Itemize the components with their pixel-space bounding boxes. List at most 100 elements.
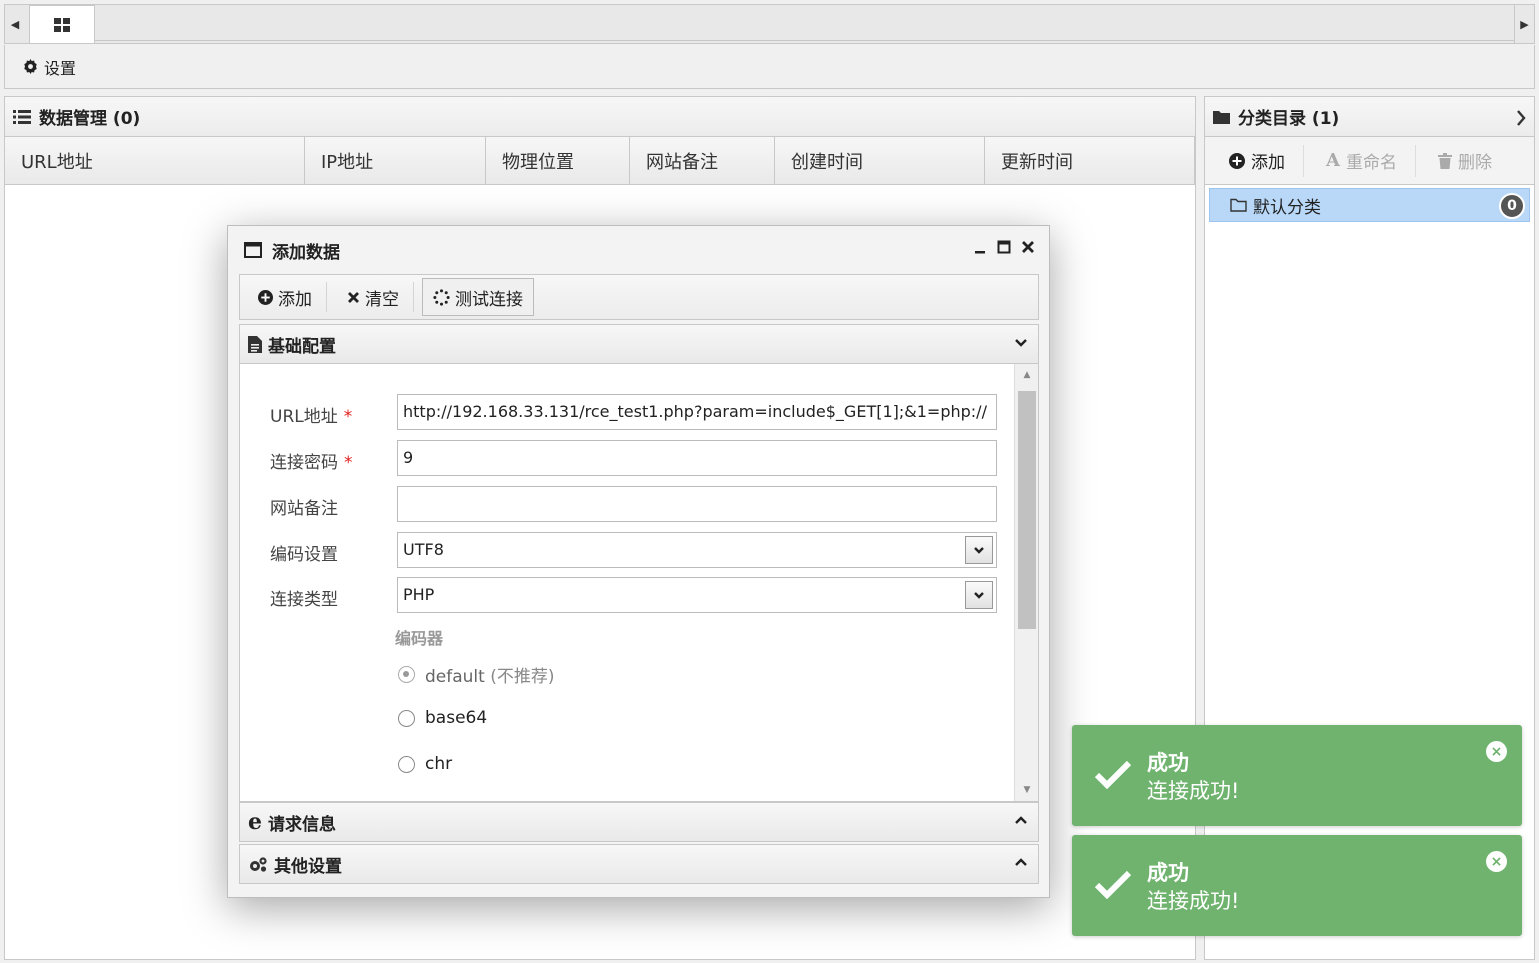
settings-button[interactable]: 设置 [23,55,76,79]
radio-icon[interactable] [398,755,415,773]
column-header-ip[interactable]: IP地址 [305,137,486,184]
data-panel-header: 数据管理 (0) [5,97,1195,137]
chevron-right-icon[interactable] [1516,110,1526,126]
list-icon [13,109,31,124]
radio-icon[interactable] [398,709,415,727]
category-add-button[interactable]: 添加 [1225,144,1304,177]
category-panel-title: 分类目录 (1) [1238,109,1340,129]
category-rename-button[interactable]: A 重命名 [1304,144,1416,177]
encoder-option-hint: (不推荐) [490,667,555,687]
column-header-note[interactable]: 网站备注 [630,137,775,184]
toast-message: 连接成功! [1147,889,1240,913]
password-input[interactable]: 9 [397,440,997,476]
category-item-label: 默认分类 [1253,197,1321,218]
column-header-updated[interactable]: 更新时间 [985,137,1195,184]
success-toast: 成功 连接成功! × [1072,835,1522,936]
encoder-label: 编码器 [395,629,444,648]
scroll-left-arrow-icon[interactable]: ◀ [5,5,25,43]
scrollbar-thumb[interactable] [1018,391,1036,629]
url-label: URL地址 * [270,402,352,427]
window-icon [244,242,262,258]
type-label: 连接类型 [270,590,338,610]
category-delete-button[interactable]: 删除 [1416,145,1510,177]
url-label-text: URL地址 [270,407,338,427]
scroll-down-arrow-icon[interactable]: ▼ [1015,781,1038,799]
tab-strip: ◀ ▶ [4,4,1535,44]
encoder-option-default-label: default (不推荐) [425,662,555,687]
note-label: 网站备注 [270,499,338,519]
trash-icon [1437,152,1452,169]
dialog-test-connection-label: 测试连接 [455,289,523,310]
checkmark-icon [1094,760,1132,789]
category-delete-label: 删除 [1457,153,1492,173]
section-request-info-title: 请求信息 [268,814,336,835]
maximize-icon[interactable] [997,240,1011,254]
dialog-titlebar[interactable]: 添加数据 [228,226,1049,274]
note-input[interactable] [397,486,997,522]
encoder-option-default[interactable]: default (不推荐) [398,662,555,687]
dialog-toolbar: 添加 清空 测试连接 [239,274,1039,320]
toast-title: 成功 [1147,751,1189,775]
dialog-title: 添加数据 [272,242,340,263]
dialog-add-label: 添加 [278,289,312,310]
toast-title: 成功 [1147,861,1189,885]
column-header-created[interactable]: 创建时间 [775,137,985,184]
password-label-text: 连接密码 [270,453,338,473]
dialog-add-button[interactable]: 添加 [246,282,327,312]
section-basic-config[interactable]: 基础配置 [239,324,1039,364]
font-icon: A [1326,150,1340,171]
basic-config-scrollbar[interactable]: ▲ ▼ [1014,364,1038,801]
dialog-clear-button[interactable]: 清空 [327,282,414,312]
checkmark-icon [1094,870,1132,899]
url-input[interactable]: http://192.168.33.131/rce_test1.php?para… [397,394,997,430]
column-header-location[interactable]: 物理位置 [486,137,630,184]
section-other-settings-title: 其他设置 [274,856,342,877]
encoder-option-base64-label: base64 [425,708,488,728]
scroll-up-arrow-icon[interactable]: ▲ [1015,366,1038,384]
type-dropdown-button[interactable] [965,581,993,609]
category-panel-header: 分类目录 (1) [1205,97,1534,137]
encoding-select[interactable]: UTF8 [397,532,997,568]
encoder-option-name: default [425,667,485,687]
category-add-label: 添加 [1251,153,1285,173]
plus-circle-icon [1229,152,1245,169]
dialog-test-connection-button[interactable]: 测试连接 [422,278,534,316]
dialog-window-controls [973,240,1035,254]
password-row: 连接密码 * 9 [240,440,1010,478]
x-icon [348,291,359,303]
minimize-icon[interactable] [973,240,987,254]
close-icon[interactable] [1021,240,1035,254]
section-request-info[interactable]: e 请求信息 [239,802,1039,842]
add-data-dialog: 添加数据 添加 清空 测试连接 基础配置 URL地址 * http://192.1… [227,225,1050,898]
type-value: PHP [403,585,435,604]
chevron-down-icon [974,592,984,599]
note-row: 网站备注 [240,486,1010,524]
data-grid-header: URL地址 IP地址 物理位置 网站备注 创建时间 更新时间 [5,137,1195,185]
chevron-up-icon[interactable] [1014,813,1028,827]
radio-checked-icon[interactable] [398,666,415,683]
chevron-down-icon[interactable] [1014,335,1028,349]
folder-icon [1213,110,1230,124]
tab-home[interactable] [29,5,95,43]
encoder-option-chr[interactable]: chr [398,754,452,774]
category-rename-label: 重命名 [1345,153,1397,173]
toast-close-icon[interactable]: × [1486,741,1507,762]
category-item[interactable]: 默认分类 0 [1209,188,1530,222]
toast-close-icon[interactable]: × [1486,851,1507,872]
encoding-dropdown-button[interactable] [965,536,993,564]
required-marker: * [343,407,353,427]
column-header-url[interactable]: URL地址 [5,137,305,184]
encoder-option-base64[interactable]: base64 [398,708,487,728]
section-basic-config-title: 基础配置 [268,336,336,357]
encoding-value: UTF8 [403,540,444,559]
type-select[interactable]: PHP [397,577,997,613]
category-toolbar: 添加 A 重命名 删除 [1205,137,1534,185]
chevron-down-icon [974,547,984,554]
settings-label: 设置 [44,58,77,78]
section-other-settings[interactable]: 其他设置 [239,844,1039,884]
encoding-label: 编码设置 [270,545,338,565]
scroll-right-arrow-icon[interactable]: ▶ [1514,5,1534,43]
chevron-up-icon[interactable] [1014,855,1028,869]
password-label: 连接密码 * [270,448,353,473]
url-row: URL地址 * http://192.168.33.131/rce_test1.p… [240,394,1010,432]
